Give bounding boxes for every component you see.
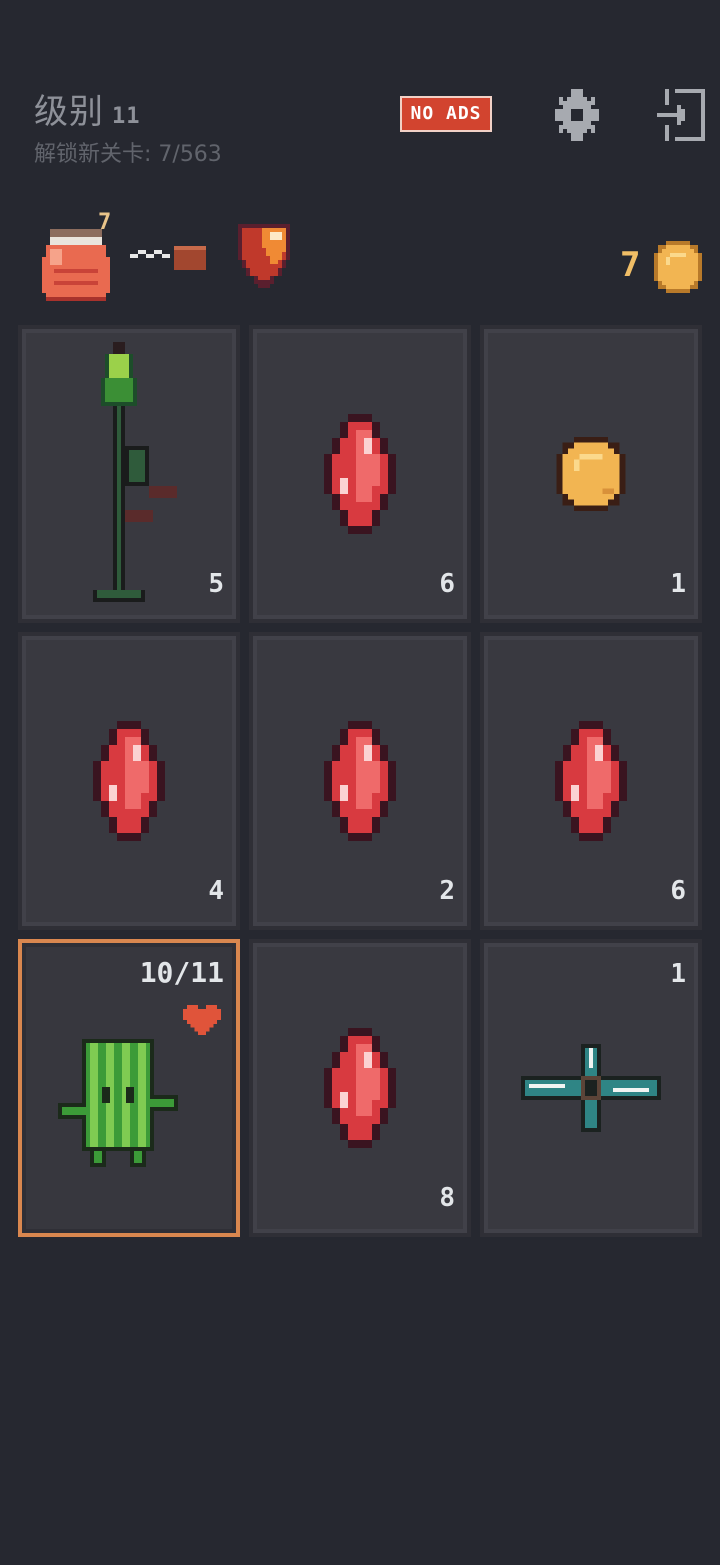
potion-icon[interactable] — [38, 224, 114, 306]
level-value: 11 — [112, 104, 141, 129]
spear-icon — [93, 342, 177, 602]
card-red-gem[interactable]: 2 — [249, 632, 471, 930]
red-gem-icon — [93, 721, 165, 841]
card-red-gem[interactable]: 6 — [249, 325, 471, 623]
red-gem-icon — [324, 414, 396, 534]
no-ads-button[interactable]: NO ADS — [400, 96, 492, 132]
card-red-gem[interactable]: 4 — [18, 632, 240, 930]
unlock-progress: 解锁新关卡: 7/563 — [34, 142, 222, 167]
exit-icon — [657, 89, 705, 141]
item-count: 2 — [439, 876, 455, 906]
status-row: 7 7 — [38, 210, 708, 310]
item-count: 4 — [208, 876, 224, 906]
item-count: 6 — [670, 876, 686, 906]
level-block: 级别 11 解锁新关卡: 7/563 — [34, 92, 222, 169]
potion-count: 7 — [98, 210, 112, 235]
settings-button[interactable] — [549, 87, 605, 143]
card-hero-cactus[interactable]: 10/11 — [18, 939, 240, 1237]
level-title: 级别 11 — [34, 92, 222, 137]
red-gem-icon — [555, 721, 627, 841]
card-coin[interactable]: 1 — [480, 325, 702, 623]
coin-count: 7 — [620, 245, 641, 285]
gear-icon — [555, 89, 599, 141]
card-red-gem[interactable]: 6 — [480, 632, 702, 930]
item-count: 5 — [208, 569, 224, 599]
red-gem-icon — [324, 1028, 396, 1148]
red-gem-icon — [324, 721, 396, 841]
rope-icon — [130, 246, 206, 270]
coin-icon — [654, 241, 702, 293]
item-count: 6 — [439, 569, 455, 599]
card-spear[interactable]: 5 — [18, 325, 240, 623]
item-count: 1 — [670, 569, 686, 599]
shuriken-icon — [521, 1044, 661, 1132]
card-red-gem[interactable]: 8 — [249, 939, 471, 1237]
hero-hp: 10/11 — [139, 956, 224, 989]
cactus-hero-icon — [58, 1039, 179, 1168]
card-shuriken[interactable]: 1 — [480, 939, 702, 1237]
item-count: 1 — [670, 959, 686, 989]
level-label: 级别 — [34, 92, 104, 132]
coin-icon — [556, 436, 626, 512]
exit-button[interactable] — [653, 87, 709, 143]
item-count: 8 — [439, 1183, 455, 1213]
shield-icon — [238, 224, 290, 288]
